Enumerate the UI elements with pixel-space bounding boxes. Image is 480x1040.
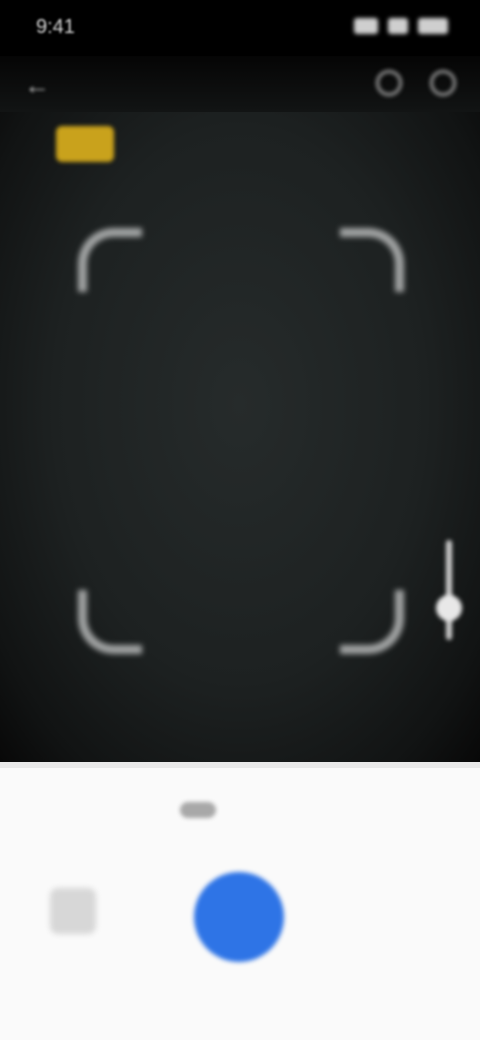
zoom-slider[interactable]	[436, 540, 462, 640]
tab-2[interactable]	[180, 802, 216, 818]
status-time: 9:41	[36, 16, 75, 38]
mode-chip[interactable]	[56, 126, 130, 162]
battery-icon	[418, 18, 448, 34]
signal-icon	[354, 18, 378, 34]
mode-tabs	[130, 802, 216, 818]
bottom-sheet	[0, 762, 480, 1040]
zoom-slider-track	[446, 540, 452, 640]
toolbar-icons	[376, 70, 456, 96]
mode-chip-icon	[56, 126, 114, 162]
tab-1[interactable]	[130, 802, 166, 818]
camera-viewfinder[interactable]	[0, 112, 480, 762]
back-icon[interactable]: ←	[24, 70, 50, 101]
app-bar: ←	[0, 56, 480, 112]
gallery-icon[interactable]	[50, 888, 96, 934]
zoom-slider-knob[interactable]	[436, 595, 462, 621]
wifi-icon	[388, 18, 408, 34]
frame-corner-top-left	[78, 228, 142, 292]
flash-icon[interactable]	[376, 70, 402, 96]
status-bar: 9:41	[0, 0, 480, 56]
shutter-button[interactable]	[194, 872, 284, 962]
settings-icon[interactable]	[430, 70, 456, 96]
status-icons	[354, 18, 448, 34]
